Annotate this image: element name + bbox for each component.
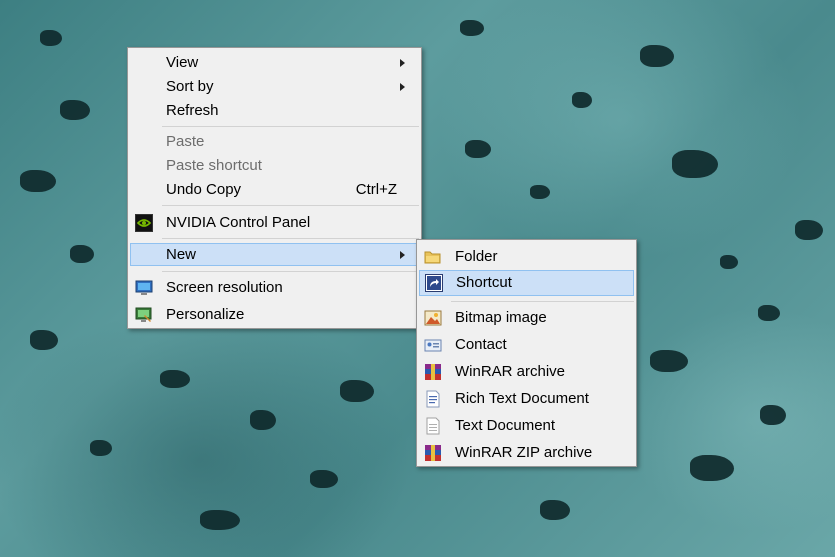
wallpaper-spot	[160, 370, 190, 388]
winrar-icon	[424, 363, 442, 381]
winrar-icon	[424, 444, 442, 462]
menu-item-label: Paste shortcut	[166, 157, 262, 174]
submenu-item-bitmap-image[interactable]: Bitmap image	[419, 307, 634, 329]
wallpaper-spot	[310, 470, 338, 488]
menu-item-view[interactable]: View	[130, 52, 419, 74]
contact-card-glyph	[424, 339, 442, 352]
wallpaper-spot	[90, 440, 112, 456]
text-document-icon	[424, 417, 442, 435]
wallpaper-spot	[250, 410, 276, 430]
menu-item-label: New	[166, 246, 197, 263]
wallpaper-spot	[760, 405, 786, 425]
menu-item-screen-resolution[interactable]: Screen resolution	[130, 277, 419, 299]
wallpaper-spot	[690, 455, 734, 481]
personalize-glyph	[135, 307, 152, 322]
menu-item-undo-copy[interactable]: Undo Copy Ctrl+Z	[130, 179, 419, 201]
text-document-glyph	[426, 417, 440, 435]
submenu-arrow-icon	[400, 59, 405, 67]
wallpaper-spot	[70, 245, 94, 263]
menu-separator	[162, 238, 419, 239]
menu-item-label: NVIDIA Control Panel	[166, 214, 311, 231]
submenu-item-winrar-zip-archive[interactable]: WinRAR ZIP archive	[419, 442, 634, 464]
menu-item-sort-by[interactable]: Sort by	[130, 76, 419, 98]
wallpaper-spot	[340, 380, 374, 402]
wallpaper-spot	[758, 305, 780, 321]
wallpaper-spot	[460, 20, 484, 36]
wallpaper-spot	[572, 92, 592, 108]
menu-item-label: Screen resolution	[166, 279, 283, 296]
keyboard-shortcut: Ctrl+Z	[355, 181, 397, 198]
wallpaper-spot	[200, 510, 240, 530]
submenu-item-folder[interactable]: Folder	[419, 246, 634, 268]
new-submenu: Folder Shortcut Bitmap image Contact Win…	[416, 239, 637, 467]
wallpaper-spot	[530, 185, 550, 199]
folder-icon	[424, 248, 442, 266]
menu-item-label: Paste	[166, 133, 205, 150]
desktop-context-menu: View Sort by Refresh Paste Paste shortcu…	[127, 47, 422, 329]
wallpaper-spot	[465, 140, 491, 158]
menu-separator	[162, 271, 419, 272]
submenu-item-label: Folder	[455, 248, 498, 265]
menu-item-refresh[interactable]: Refresh	[130, 100, 419, 122]
submenu-item-label: Bitmap image	[455, 309, 547, 326]
monitor-icon	[135, 279, 153, 297]
submenu-arrow-icon	[400, 251, 405, 259]
winrar-books-glyph	[425, 364, 441, 380]
bitmap-icon	[424, 309, 442, 327]
personalize-icon	[135, 306, 153, 324]
shortcut-arrow-glyph	[427, 276, 441, 290]
nvidia-icon	[135, 214, 153, 232]
menu-separator	[451, 301, 634, 302]
wallpaper-spot	[672, 150, 718, 178]
nvidia-eye-glyph	[136, 219, 152, 227]
wallpaper-spot	[40, 30, 62, 46]
submenu-item-label: Rich Text Document	[455, 390, 589, 407]
shortcut-icon	[425, 274, 443, 292]
wallpaper-spot	[20, 170, 56, 192]
submenu-item-label: WinRAR ZIP archive	[455, 444, 593, 461]
submenu-item-text-document[interactable]: Text Document	[419, 415, 634, 437]
contact-icon	[424, 336, 442, 354]
menu-item-new[interactable]: New	[130, 243, 419, 266]
menu-item-label: Undo Copy	[166, 181, 242, 198]
menu-item-paste[interactable]: Paste	[130, 131, 419, 153]
menu-item-personalize[interactable]: Personalize	[130, 304, 419, 326]
menu-item-label: Personalize	[166, 306, 245, 323]
submenu-item-label: Shortcut	[456, 274, 512, 291]
menu-item-label: Sort by	[166, 78, 214, 95]
rich-text-glyph	[426, 390, 440, 408]
submenu-item-label: Contact	[455, 336, 507, 353]
submenu-arrow-icon	[400, 83, 405, 91]
folder-glyph	[424, 251, 441, 264]
menu-separator	[162, 205, 419, 206]
submenu-item-label: Text Document	[455, 417, 556, 434]
monitor-glyph	[135, 280, 153, 295]
menu-separator	[162, 126, 419, 127]
wallpaper-spot	[795, 220, 823, 240]
bitmap-glyph	[424, 310, 442, 326]
wallpaper-spot	[60, 100, 90, 120]
wallpaper-spot	[640, 45, 674, 67]
menu-item-label: Refresh	[166, 102, 219, 119]
submenu-item-shortcut[interactable]: Shortcut	[419, 270, 634, 296]
winrar-zip-books-glyph	[425, 445, 441, 461]
menu-item-label: View	[166, 54, 199, 71]
submenu-item-label: WinRAR archive	[455, 363, 566, 380]
submenu-item-contact[interactable]: Contact	[419, 334, 634, 356]
menu-item-nvidia-control-panel[interactable]: NVIDIA Control Panel	[130, 212, 419, 234]
wallpaper-spot	[540, 500, 570, 520]
wallpaper-spot	[720, 255, 738, 269]
submenu-item-rich-text-document[interactable]: Rich Text Document	[419, 388, 634, 410]
menu-item-paste-shortcut[interactable]: Paste shortcut	[130, 155, 419, 177]
submenu-item-winrar-archive[interactable]: WinRAR archive	[419, 361, 634, 383]
rich-text-icon	[424, 390, 442, 408]
wallpaper-spot	[650, 350, 688, 372]
wallpaper-spot	[30, 330, 58, 350]
